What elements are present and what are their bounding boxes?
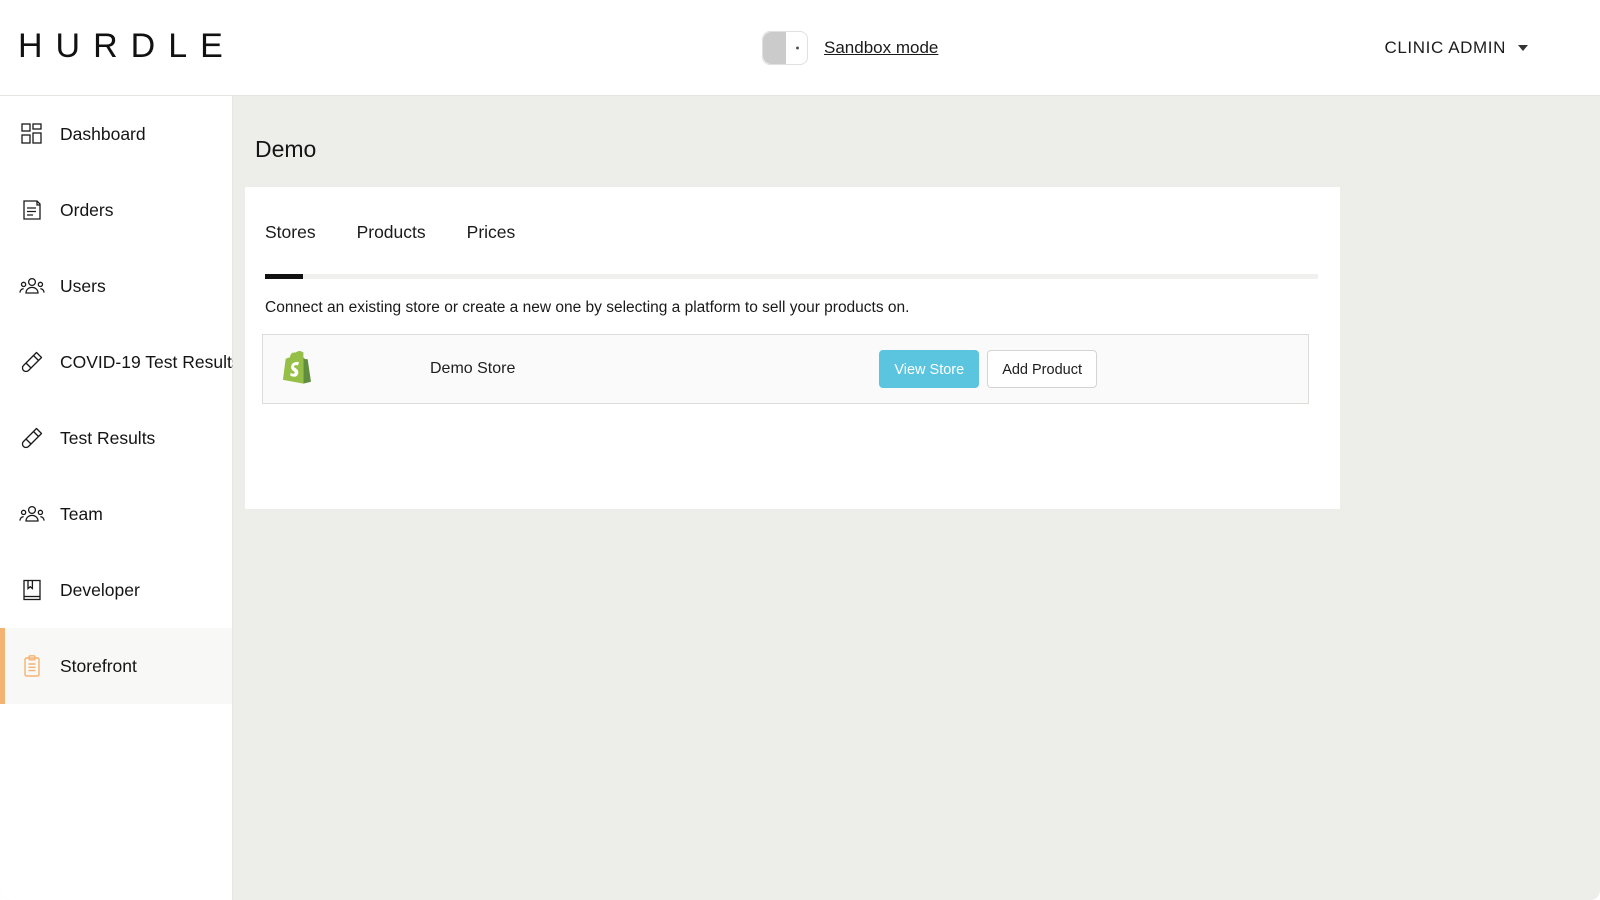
store-list-item: Demo Store View Store Add Product <box>262 334 1309 404</box>
document-icon <box>18 196 46 224</box>
sidebar-item-label: Developer <box>60 579 140 600</box>
sandbox-mode-label[interactable]: Sandbox mode <box>824 38 938 58</box>
dashboard-grid-icon <box>18 120 46 148</box>
user-menu[interactable]: CLINIC ADMIN <box>1384 38 1528 58</box>
chevron-down-icon <box>1518 45 1528 51</box>
sidebar: Dashboard Orders Users COVID-19 Test Res… <box>0 96 241 900</box>
tab-products[interactable]: Products <box>357 222 426 243</box>
shopify-bag-icon <box>280 349 314 389</box>
top-bar: HURDLE Sandbox mode CLINIC ADMIN <box>0 0 1600 96</box>
sidebar-item-developer[interactable]: Developer <box>0 552 232 628</box>
sidebar-item-team[interactable]: Team <box>0 476 232 552</box>
sidebar-item-covid-19-test-results[interactable]: COVID-19 Test Results <box>0 324 241 400</box>
user-menu-label: CLINIC ADMIN <box>1384 38 1506 57</box>
view-store-button[interactable]: View Store <box>879 350 980 388</box>
sidebar-item-label: COVID-19 Test Results <box>60 351 241 372</box>
tab-active-indicator <box>265 274 303 279</box>
sidebar-item-label: Test Results <box>60 427 156 448</box>
brand-logo[interactable]: HURDLE <box>18 27 236 66</box>
people-icon <box>18 272 46 300</box>
sidebar-item-label: Storefront <box>60 655 137 676</box>
storefront-description: Connect an existing store or create a ne… <box>265 299 910 316</box>
storefront-card: Stores Products Prices Connect an existi… <box>245 187 1340 509</box>
test-tube-icon <box>18 424 46 452</box>
toggle-knob <box>763 32 786 64</box>
sidebar-item-test-results[interactable]: Test Results <box>0 400 232 476</box>
sidebar-item-label: Users <box>60 275 106 296</box>
sidebar-item-storefront[interactable]: Storefront <box>0 628 232 704</box>
sandbox-mode-toggle[interactable] <box>762 31 808 65</box>
test-tube-icon <box>18 348 46 376</box>
toggle-dot <box>796 46 799 50</box>
clipboard-icon <box>18 652 46 680</box>
sidebar-item-dashboard[interactable]: Dashboard <box>0 96 232 172</box>
add-product-button[interactable]: Add Product <box>987 350 1097 388</box>
book-icon <box>18 576 46 604</box>
sidebar-item-orders[interactable]: Orders <box>0 172 232 248</box>
app-window: HURDLE Sandbox mode CLINIC ADMIN Dashboa… <box>0 0 1600 900</box>
sidebar-item-label: Team <box>60 503 103 524</box>
page-title: Demo <box>255 136 317 162</box>
sandbox-mode-control: Sandbox mode <box>762 31 938 65</box>
tab-prices[interactable]: Prices <box>467 222 516 243</box>
sidebar-item-label: Orders <box>60 199 114 220</box>
store-name: Demo Store <box>430 360 516 377</box>
main-content: Demo Stores Products Prices Connect an e… <box>233 96 1600 900</box>
store-actions: View Store Add Product <box>879 350 1097 388</box>
people-icon <box>18 500 46 528</box>
sidebar-item-label: Dashboard <box>60 123 146 144</box>
tab-stores[interactable]: Stores <box>265 222 316 243</box>
sidebar-item-users[interactable]: Users <box>0 248 232 324</box>
tab-bar: Stores Products Prices <box>265 222 515 243</box>
tab-indicator-track <box>265 274 1318 279</box>
